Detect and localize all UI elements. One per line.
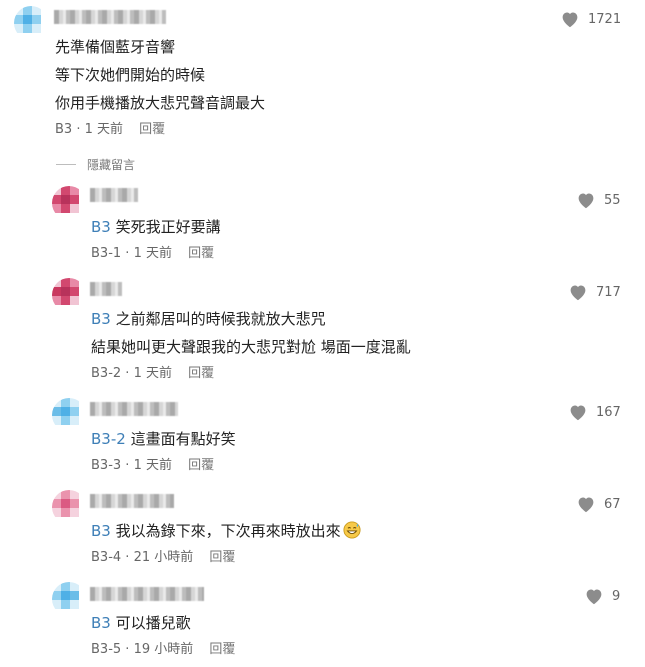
avatar[interactable] [52,186,86,220]
like-group: 717 [568,283,621,301]
username-blurred[interactable] [90,282,122,296]
heart-icon[interactable] [560,10,580,28]
username-blurred[interactable] [90,402,178,416]
like-group: 167 [568,403,621,421]
username-blurred[interactable] [90,188,138,202]
reply-line: 結果她叫更大聲跟我的大悲咒對尬 場面一度混亂 [91,338,411,356]
like-count: 55 [604,192,621,208]
floor-tag[interactable]: B3 [91,522,111,540]
floor-number: B3-1 [91,246,122,261]
comment-line: 你用手機播放大悲咒聲音調最大 [55,94,266,112]
floor-tag[interactable]: B3-2 [91,430,126,448]
reply-button[interactable]: 回覆 [209,550,235,565]
username-blurred[interactable] [90,587,204,601]
divider-line [56,164,76,165]
reply-line: B3 之前鄰居叫的時候我就放大悲咒 [91,310,326,328]
reply-meta: B3-3 · 1 天前 回覆 [91,458,215,473]
like-count: 717 [596,284,621,300]
avatar[interactable] [52,278,86,312]
floor-number: B3-3 [91,458,122,473]
reply-line: B3 笑死我正好要講 [91,218,221,236]
heart-icon[interactable] [568,283,588,301]
reply-button[interactable]: 回覆 [188,246,214,261]
comment-meta: B3 · 1 天前 回覆 [55,122,166,137]
timestamp: 19 小時前 [133,642,194,657]
username-blurred[interactable] [54,10,166,24]
like-group: 67 [576,495,621,513]
timestamp: 1 天前 [133,246,172,261]
floor-tag[interactable]: B3 [91,614,111,632]
reply-line: B3-2 這畫面有點好笑 [91,430,236,448]
avatar[interactable] [52,490,86,524]
reply-meta: B3-5 · 19 小時前 回覆 [91,642,236,657]
reply-button[interactable]: 回覆 [188,366,214,381]
heart-icon[interactable] [576,191,596,209]
reply-meta: B3-1 · 1 天前 回覆 [91,246,215,261]
heart-icon[interactable] [568,403,588,421]
comment-line: 先準備個藍牙音響 [55,38,176,56]
floor-tag[interactable]: B3 [91,310,111,328]
floor-number: B3-4 [91,550,122,565]
reply-button[interactable]: 回覆 [209,642,235,657]
reply-meta: B3-2 · 1 天前 回覆 [91,366,215,381]
timestamp: 1 天前 [133,366,172,381]
reply-meta: B3-4 · 21 小時前 回覆 [91,550,236,565]
timestamp: 1 天前 [133,458,172,473]
floor-number: B3-5 [91,642,122,657]
avatar[interactable] [14,6,48,40]
like-group: 55 [576,191,621,209]
reply-line: B3 可以播兒歌 [91,614,191,632]
avatar[interactable] [52,398,86,432]
timestamp: 21 小時前 [133,550,194,565]
timestamp: 1 天前 [84,122,124,137]
heart-icon[interactable] [576,495,596,513]
reply-line: B3 我以為錄下來，下次再來時放出來 [91,521,361,541]
like-count: 9 [612,588,621,604]
like-group: 1721 [560,10,621,28]
username-blurred[interactable] [90,494,174,508]
floor-number: B3 [55,122,73,137]
floor-number: B3-2 [91,366,122,381]
floor-tag[interactable]: B3 [91,218,111,236]
avatar[interactable] [52,582,86,616]
like-count: 167 [596,404,621,420]
like-group: 9 [584,587,620,605]
comment-line: 等下次她們開始的時候 [55,66,206,84]
heart-icon[interactable] [584,587,604,605]
reply-button[interactable]: 回覆 [139,122,165,137]
grinning-sweat-emoji-icon [343,521,361,539]
reply-button[interactable]: 回覆 [188,458,214,473]
like-count: 1721 [588,11,622,27]
like-count: 67 [604,496,621,512]
hide-replies-button[interactable]: 隱藏留言 [87,156,135,173]
